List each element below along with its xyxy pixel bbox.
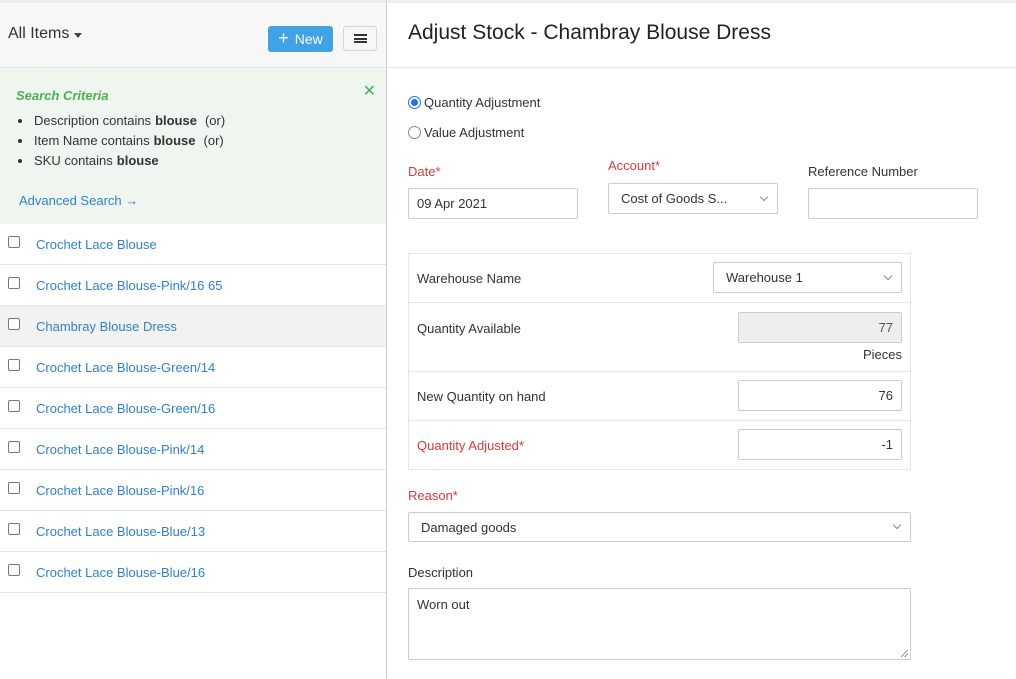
unit-label: Pieces — [862, 347, 902, 362]
reason-value: Damaged goods — [421, 519, 517, 535]
reference-number-label: Reference Number — [808, 164, 918, 179]
view-selector[interactable]: All Items — [8, 25, 83, 43]
item-checkbox[interactable] — [8, 564, 20, 576]
new-quantity-field[interactable]: 76 — [738, 380, 902, 411]
reason-label: Reason* — [408, 488, 458, 503]
criteria-item: Description contains blouse (or) — [18, 111, 370, 131]
account-select[interactable]: Cost of Goods S... — [608, 183, 778, 214]
item-checkbox[interactable] — [8, 523, 20, 535]
close-icon[interactable]: ✕ — [363, 84, 376, 100]
criteria-list: Description contains blouse (or) Item Na… — [16, 111, 370, 171]
chevron-down-icon — [892, 520, 902, 530]
list-item[interactable]: Crochet Lace Blouse-Pink/16 — [0, 470, 386, 511]
more-menu-button[interactable] — [343, 26, 377, 51]
list-item[interactable]: Crochet Lace Blouse-Pink/16 65 — [0, 265, 386, 306]
date-label: Date* — [408, 164, 441, 179]
new-item-button[interactable]: + New — [268, 26, 333, 52]
chevron-down-icon — [883, 271, 893, 280]
quantity-available-value: 77 — [878, 320, 893, 335]
item-checkbox[interactable] — [8, 482, 20, 494]
description-label: Description — [408, 565, 474, 580]
item-checkbox[interactable] — [8, 277, 20, 289]
item-checkbox[interactable] — [8, 318, 20, 330]
warehouse-value: Warehouse 1 — [726, 270, 803, 285]
date-value: 09 Apr 2021 — [417, 196, 488, 211]
list-item[interactable]: Crochet Lace Blouse — [0, 224, 386, 265]
advanced-search-link[interactable]: Advanced Search → — [19, 193, 138, 208]
reference-number-field[interactable] — [808, 188, 978, 219]
list-item[interactable]: Crochet Lace Blouse-Green/14 — [0, 347, 386, 388]
account-value: Cost of Goods S... — [621, 191, 728, 206]
resize-handle-icon[interactable] — [901, 650, 908, 657]
item-list-panel: All Items + New Search Criteria ✕ Descri… — [0, 0, 387, 679]
radio-label: Quantity Adjustment — [424, 95, 541, 110]
description-textarea[interactable]: Worn out — [408, 588, 911, 660]
item-link[interactable]: Chambray Blouse Dress — [36, 319, 177, 334]
search-criteria-panel: Search Criteria ✕ Description contains b… — [0, 68, 386, 224]
criteria-value: blouse — [116, 153, 159, 168]
page-title: Adjust Stock - Chambray Blouse Dress — [408, 21, 771, 44]
criteria-value: blouse — [153, 133, 196, 148]
criteria-connector: (or) — [203, 133, 224, 148]
item-link[interactable]: Crochet Lace Blouse-Pink/16 — [36, 483, 204, 498]
list-item[interactable]: Crochet Lace Blouse-Blue/16 — [0, 552, 386, 593]
hamburger-icon — [353, 34, 367, 43]
list-item[interactable]: Crochet Lace Blouse-Blue/13 — [0, 511, 386, 552]
item-list: Crochet Lace Blouse Crochet Lace Blouse-… — [0, 224, 386, 593]
criteria-field: SKU contains — [34, 153, 113, 168]
item-link[interactable]: Crochet Lace Blouse-Green/14 — [36, 360, 215, 375]
item-link[interactable]: Crochet Lace Blouse — [36, 237, 157, 252]
item-checkbox[interactable] — [8, 400, 20, 412]
new-quantity-label: New Quantity on hand — [417, 389, 546, 404]
criteria-field: Description contains — [34, 113, 152, 128]
criteria-value: blouse — [155, 113, 197, 128]
item-checkbox[interactable] — [8, 441, 20, 453]
list-item[interactable]: Crochet Lace Blouse-Pink/14 — [0, 429, 386, 470]
radio-label: Value Adjustment — [424, 125, 525, 140]
search-criteria-title: Search Criteria — [16, 88, 109, 103]
item-checkbox[interactable] — [8, 236, 20, 248]
date-field[interactable]: 09 Apr 2021 — [408, 188, 578, 219]
plus-icon: + — [278, 28, 289, 48]
quantity-adjusted-field[interactable]: -1 — [738, 429, 902, 460]
new-quantity-value: 76 — [878, 388, 893, 403]
quantity-adjustment-radio[interactable]: Quantity Adjustment — [408, 95, 540, 110]
view-title: All Items — [8, 25, 70, 42]
list-header: All Items + New — [0, 0, 386, 68]
quantity-available-label: Quantity Available — [417, 321, 521, 336]
quantity-available-field: 77 — [738, 312, 902, 343]
item-link[interactable]: Crochet Lace Blouse-Blue/13 — [36, 524, 205, 539]
item-link[interactable]: Crochet Lace Blouse-Green/16 — [36, 401, 215, 416]
item-link[interactable]: Crochet Lace Blouse-Pink/16 65 — [36, 278, 222, 293]
list-item[interactable]: Crochet Lace Blouse-Green/16 — [0, 388, 386, 429]
warehouse-row: Warehouse Name Warehouse 1 — [409, 254, 910, 303]
description-value: Worn out — [417, 597, 470, 612]
quantity-adjusted-value: -1 — [881, 437, 893, 452]
warehouse-name-label: Warehouse Name — [417, 271, 522, 286]
list-item-selected[interactable]: Chambray Blouse Dress — [0, 306, 386, 347]
radio-checked-icon — [408, 96, 421, 109]
criteria-connector: (or) — [204, 113, 226, 128]
caret-down-icon — [74, 32, 83, 38]
value-adjustment-radio[interactable]: Value Adjustment — [408, 125, 524, 140]
quantity-adjusted-label: Quantity Adjusted* — [417, 438, 524, 453]
form-header: Adjust Stock - Chambray Blouse Dress — [388, 0, 1016, 68]
quantity-available-row: Quantity Available 77 Pieces — [409, 303, 910, 372]
adjust-stock-form: Adjust Stock - Chambray Blouse Dress Qua… — [388, 0, 1016, 679]
criteria-item: Item Name contains blouse (or) — [18, 131, 370, 151]
quantity-adjusted-row: Quantity Adjusted* -1 — [409, 421, 910, 470]
criteria-item: SKU contains blouse — [18, 151, 370, 171]
chevron-down-icon — [759, 192, 769, 201]
new-button-label: New — [294, 31, 323, 47]
item-link[interactable]: Crochet Lace Blouse-Blue/16 — [36, 565, 205, 580]
item-checkbox[interactable] — [8, 359, 20, 371]
warehouse-select[interactable]: Warehouse 1 — [713, 262, 902, 293]
new-quantity-row: New Quantity on hand 76 — [409, 372, 910, 421]
account-label: Account* — [608, 158, 661, 173]
warehouse-table: Warehouse Name Warehouse 1 Quantity Avai… — [408, 253, 911, 470]
item-link[interactable]: Crochet Lace Blouse-Pink/14 — [36, 442, 204, 457]
radio-unchecked-icon — [408, 126, 421, 139]
reason-select[interactable]: Damaged goods — [408, 512, 911, 542]
criteria-field: Item Name contains — [34, 133, 150, 148]
